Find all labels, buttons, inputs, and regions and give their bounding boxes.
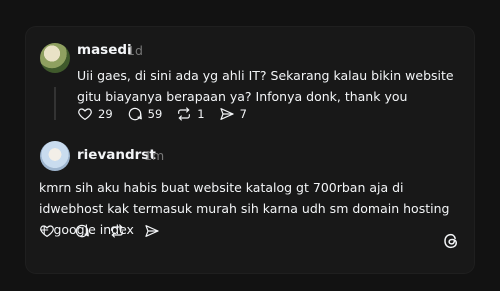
comment-button[interactable]: 59 (127, 106, 163, 122)
repost-button[interactable]: 1 (176, 106, 205, 122)
repost-button[interactable] (109, 223, 125, 239)
threads-logo-icon[interactable] (442, 232, 460, 250)
comment-icon (75, 224, 89, 238)
post-actions: 29 59 1 7 (77, 106, 261, 122)
avatar[interactable] (40, 141, 70, 171)
comment-icon (128, 107, 142, 121)
post-timestamp: 1d (127, 43, 143, 58)
heart-icon (40, 225, 54, 237)
like-button[interactable] (39, 223, 55, 239)
like-count: 29 (98, 107, 113, 121)
share-count: 7 (239, 107, 247, 121)
avatar[interactable] (40, 43, 70, 73)
comment-count: 59 (147, 107, 163, 121)
repost-count: 1 (197, 107, 205, 121)
repost-icon (111, 224, 123, 238)
share-button[interactable]: 7 (219, 106, 247, 122)
thread-card: masedi 1d Uii gaes, di sini ada yg ahli … (26, 27, 474, 273)
share-icon (145, 225, 159, 237)
reply-timestamp: 1m (144, 148, 165, 163)
repost-icon (178, 107, 191, 121)
post-username[interactable]: masedi (77, 42, 132, 58)
reply-actions (39, 223, 179, 239)
like-button[interactable]: 29 (77, 106, 113, 122)
comment-button[interactable] (74, 223, 90, 239)
post-text: Uii gaes, di sini ada yg ahli IT? Sekara… (77, 68, 454, 104)
heart-icon (78, 108, 92, 120)
share-button[interactable] (144, 223, 160, 239)
thread-connector-line (54, 87, 56, 120)
share-icon (220, 108, 234, 120)
